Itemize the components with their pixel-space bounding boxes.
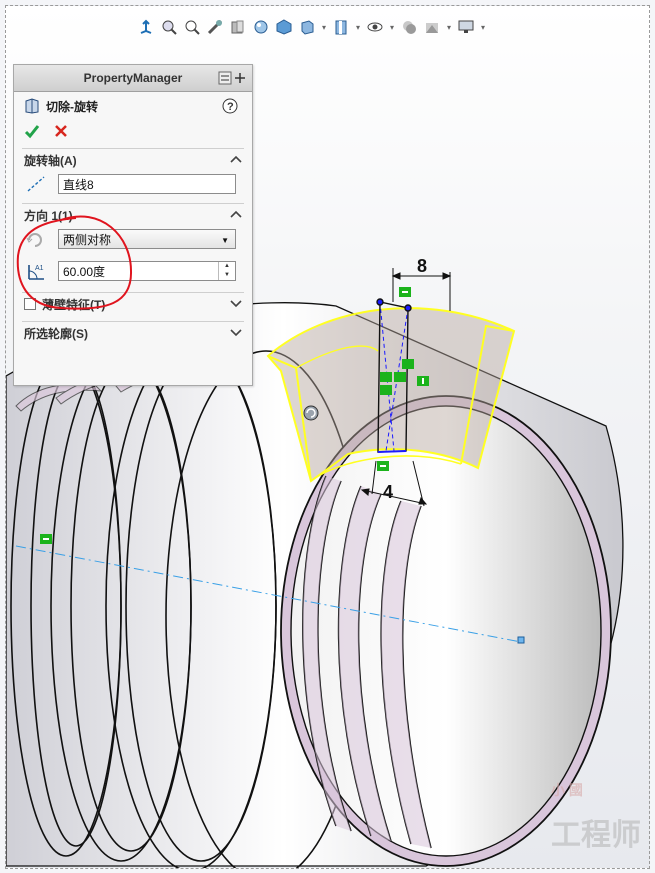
annotation-circle (16, 215, 133, 310)
watermark-logo: 小 國 工程师 (551, 782, 641, 852)
graphics-area[interactable]: 8 4 ▾ ▾ ▾ ▾ ▾ PropertyManager 切除-旋转 ? 旋转… (5, 5, 650, 869)
